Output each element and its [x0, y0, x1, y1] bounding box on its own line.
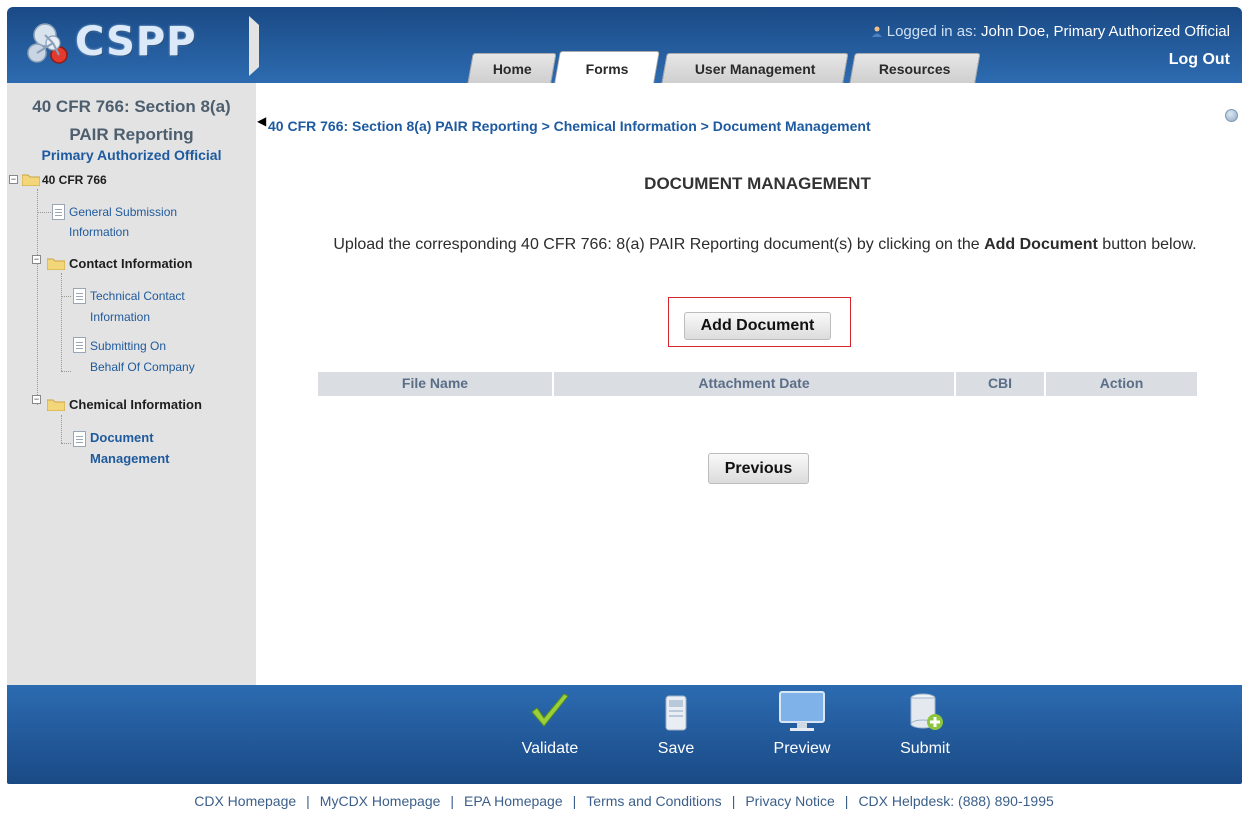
- save-label: Save: [657, 740, 695, 757]
- submit-button[interactable]: Submit: [885, 690, 965, 758]
- instructions-bold: Add Document: [984, 236, 1098, 253]
- help-icon[interactable]: [1225, 109, 1238, 122]
- tree-line: [61, 443, 71, 444]
- document-table-header: File Name Attachment Date CBI Action: [318, 372, 1197, 396]
- preview-label: Preview: [773, 740, 831, 757]
- tree-line: [61, 273, 62, 371]
- tab-user-management-label: User Management: [694, 61, 816, 77]
- tab-resources-label: Resources: [879, 61, 951, 77]
- add-document-button[interactable]: Add Document: [684, 312, 831, 340]
- footer-separator: |: [306, 793, 310, 809]
- instructions-part2: button below.: [1097, 236, 1197, 253]
- collapse-toggle-icon[interactable]: −: [32, 395, 41, 404]
- tree-line: [61, 415, 62, 443]
- tab-forms-label: Forms: [585, 61, 629, 77]
- document-icon: [73, 337, 86, 353]
- tab-home-label: Home: [492, 61, 532, 77]
- tab-home[interactable]: Home: [467, 53, 557, 83]
- instructions-part1: Upload the corresponding 40 CFR 766: 8(a…: [333, 236, 985, 253]
- column-header-cbi[interactable]: CBI: [956, 372, 1046, 396]
- database-add-icon: [910, 693, 943, 730]
- tree-item-label: Information: [90, 310, 151, 324]
- document-icon: [52, 204, 65, 220]
- column-header-action[interactable]: Action: [1046, 372, 1197, 396]
- validate-label: Validate: [521, 740, 579, 757]
- validate-button[interactable]: Validate: [505, 690, 595, 758]
- document-icon: [73, 288, 86, 304]
- tree-line: [37, 259, 38, 405]
- user-icon: [871, 26, 882, 37]
- tree-item-label: Document: [90, 430, 154, 445]
- tree-item-submitting-on-behalf[interactable]: Submitting On Behalf Of Company: [90, 336, 195, 378]
- tree-item-label: Technical Contact: [90, 289, 185, 303]
- tree-item-label: Submitting On: [90, 339, 167, 353]
- document-icon: [73, 431, 86, 447]
- footer-separator: |: [731, 793, 736, 809]
- tree-line: [61, 371, 71, 372]
- logout-link[interactable]: Log Out: [1169, 51, 1230, 69]
- preview-button[interactable]: Preview: [752, 690, 852, 758]
- footer-link-terms[interactable]: Terms and Conditions: [586, 793, 721, 809]
- save-icon: [665, 695, 687, 731]
- action-toolbar: [7, 685, 1242, 784]
- collapse-toggle-icon[interactable]: −: [9, 175, 18, 184]
- column-header-file-name[interactable]: File Name: [318, 372, 554, 396]
- tree-item-technical-contact[interactable]: Technical Contact Information: [90, 286, 185, 328]
- tree-item-document-management[interactable]: Document Management: [90, 427, 169, 469]
- submit-label: Submit: [900, 740, 950, 757]
- sidebar-role: Primary Authorized Official: [41, 147, 222, 163]
- previous-button[interactable]: Previous: [708, 453, 809, 484]
- footer: CDX Homepage | MyCDX Homepage | EPA Homepage…: [0, 793, 1248, 809]
- footer-link-cdx-homepage[interactable]: CDX Homepage: [194, 793, 296, 809]
- sidebar-title: 40 CFR 766: Section 8(a) PAIR Reporting: [7, 95, 256, 147]
- folder-icon: [47, 399, 65, 411]
- sidebar-collapse-handle[interactable]: [249, 16, 259, 76]
- tree-item-chemical-information[interactable]: Chemical Information: [69, 394, 202, 416]
- tree-item-label: Management: [90, 451, 170, 466]
- footer-link-helpdesk[interactable]: CDX Helpdesk: (888) 890-1995: [858, 793, 1053, 809]
- tree-item-label: Behalf Of Company: [90, 360, 195, 374]
- app-name: CSPP: [75, 19, 197, 65]
- tree-line: [37, 189, 38, 259]
- instructions-text: Upload the corresponding 40 CFR 766: 8(a…: [280, 231, 1248, 259]
- logged-in-user: John Doe, Primary Authorized Official: [980, 23, 1230, 40]
- tree-item-root[interactable]: 40 CFR 766: [42, 169, 107, 191]
- tree-item-label: Information: [69, 225, 130, 239]
- save-button[interactable]: Save: [636, 690, 716, 758]
- tree-item-general-submission[interactable]: General Submission Information: [69, 202, 177, 242]
- monitor-icon: [779, 691, 825, 731]
- breadcrumb[interactable]: 40 CFR 766: Section 8(a) PAIR Reporting …: [268, 118, 871, 134]
- breadcrumb-collapse-arrow-icon[interactable]: ◀: [257, 114, 266, 128]
- tab-forms[interactable]: Forms: [554, 51, 660, 83]
- folder-icon: [47, 258, 65, 270]
- tree-line: [37, 212, 53, 213]
- sidebar-title-line1: 40 CFR 766: Section 8(a): [32, 97, 231, 116]
- column-header-attachment-date[interactable]: Attachment Date: [554, 372, 956, 396]
- logged-in-prefix: Logged in as:: [886, 23, 981, 40]
- footer-separator: |: [450, 793, 455, 809]
- checkmark-icon: [531, 693, 569, 727]
- footer-separator: |: [844, 793, 849, 809]
- footer-separator: |: [572, 793, 577, 809]
- footer-link-epa-homepage[interactable]: EPA Homepage: [464, 793, 563, 809]
- tree-line: [61, 296, 71, 297]
- page-title: DOCUMENT MANAGEMENT: [644, 174, 871, 193]
- logged-in-status: Logged in as: John Doe, Primary Authoriz…: [871, 23, 1230, 40]
- sidebar-title-line2: PAIR Reporting: [69, 125, 194, 144]
- tree-item-label: General Submission: [69, 205, 178, 219]
- footer-link-mycdx-homepage[interactable]: MyCDX Homepage: [320, 793, 441, 809]
- footer-link-privacy[interactable]: Privacy Notice: [745, 793, 834, 809]
- folder-icon: [22, 174, 40, 186]
- tab-user-management[interactable]: User Management: [661, 53, 849, 83]
- tab-resources[interactable]: Resources: [849, 53, 981, 83]
- sidebar: 40 CFR 766: Section 8(a) PAIR Reporting …: [7, 83, 256, 685]
- tree-item-contact-information[interactable]: Contact Information: [69, 253, 193, 275]
- collapse-toggle-icon[interactable]: −: [32, 255, 41, 264]
